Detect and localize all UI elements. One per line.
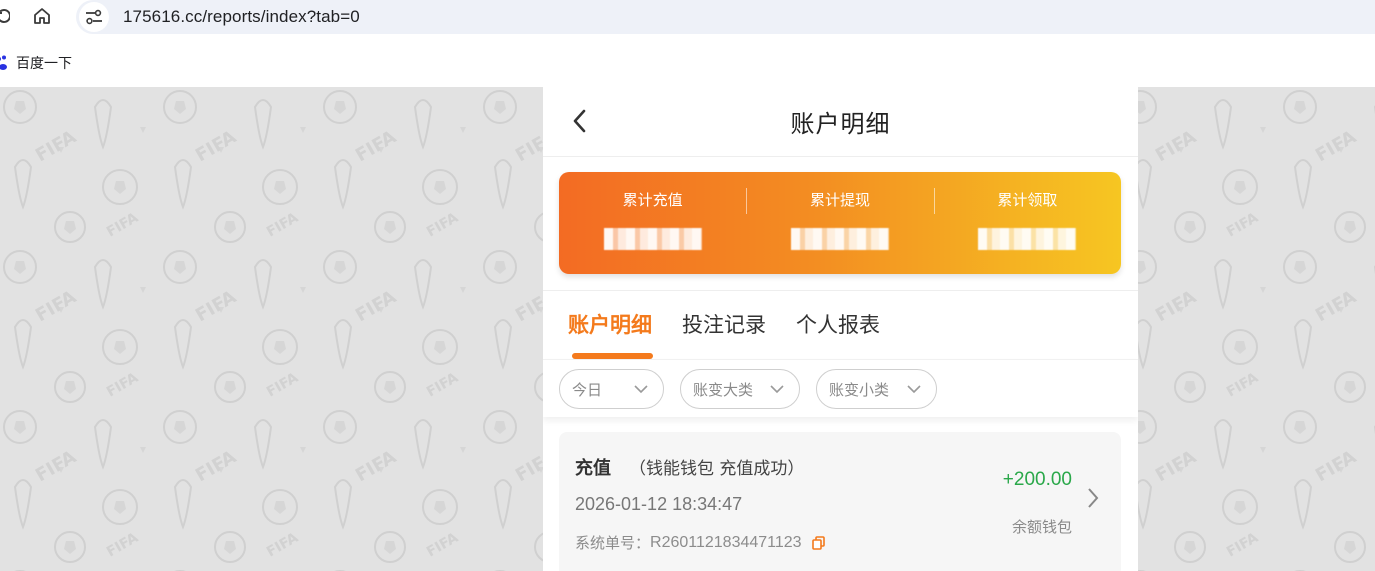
filter-label: 账变小类 xyxy=(829,380,890,399)
summary-card: 累计充值 累计提现 累计领取 xyxy=(559,172,1121,274)
chevron-down-icon xyxy=(770,385,784,394)
summary-value-masked xyxy=(978,228,1077,250)
filter-date-select[interactable]: 今日 xyxy=(559,369,664,409)
bookmark-baidu[interactable]: 百度一下 xyxy=(0,53,72,73)
record-order: 系统单号： R2601121834471123 xyxy=(575,532,825,553)
record-amount: +200.00 xyxy=(1002,469,1072,490)
chevron-down-icon xyxy=(907,385,921,394)
summary-label: 累计充值 xyxy=(622,191,683,209)
filter-category-select[interactable]: 账变大类 xyxy=(680,369,800,409)
tab-bet-records[interactable]: 投注记录 xyxy=(682,309,766,339)
address-bar[interactable]: 175616.cc/reports/index?tab=0 xyxy=(76,0,1375,34)
home-icon[interactable] xyxy=(30,4,54,28)
chevron-right-icon xyxy=(1088,488,1099,508)
record-wallet: 余额钱包 xyxy=(1011,518,1072,536)
page-title: 账户明细 xyxy=(790,110,891,138)
summary-label: 累计提现 xyxy=(809,191,870,209)
record-time: 2026-01-12 18:34:47 xyxy=(575,494,743,514)
summary-total-deposit: 累计充值 xyxy=(559,172,746,274)
back-button[interactable] xyxy=(567,106,591,136)
record-description: （钱能钱包 充值成功） xyxy=(629,459,805,479)
reload-icon[interactable] xyxy=(0,4,12,28)
tab-account-details[interactable]: 账户明细 xyxy=(568,309,652,339)
filter-label: 今日 xyxy=(572,380,603,399)
site-info-icon[interactable] xyxy=(79,2,109,32)
filter-subcategory-select[interactable]: 账变小类 xyxy=(816,369,937,409)
bookmarks-bar: 百度一下 xyxy=(0,38,1375,87)
summary-value-masked xyxy=(603,228,702,250)
transaction-record[interactable]: 充值 （钱能钱包 充值成功） 2026-01-12 18:34:47 系统单号：… xyxy=(559,432,1121,571)
summary-label: 累计领取 xyxy=(997,191,1058,209)
summary-total-claimed: 累计领取 xyxy=(933,172,1121,274)
filter-bar: 今日 账变大类 账变小类 xyxy=(543,359,1138,417)
bookmark-label: 百度一下 xyxy=(16,54,72,71)
divider xyxy=(543,290,1138,291)
tab-personal-report[interactable]: 个人报表 xyxy=(796,309,880,339)
browser-toolbar: 175616.cc/reports/index?tab=0 xyxy=(0,0,1375,38)
summary-total-withdraw: 累计提现 xyxy=(746,172,933,274)
order-number: R2601121834471123 xyxy=(650,533,802,551)
page-header: 账户明细 xyxy=(543,87,1138,157)
chevron-left-icon xyxy=(573,109,586,133)
tab-bar: 账户明细 投注记录 个人报表 xyxy=(543,305,1138,359)
filter-label: 账变大类 xyxy=(693,380,754,399)
baidu-paw-icon xyxy=(0,55,7,70)
account-details-panel: 账户明细 累计充值 累计提现 累计领取 账户明细 投注记录 个人报表 今日 账变… xyxy=(543,87,1138,571)
chevron-down-icon xyxy=(634,385,648,394)
summary-value-masked xyxy=(790,228,889,250)
record-type: 充值 xyxy=(575,458,611,479)
address-url[interactable]: 175616.cc/reports/index?tab=0 xyxy=(123,7,360,27)
copy-icon[interactable] xyxy=(811,535,825,550)
order-label: 系统单号： xyxy=(575,534,651,552)
